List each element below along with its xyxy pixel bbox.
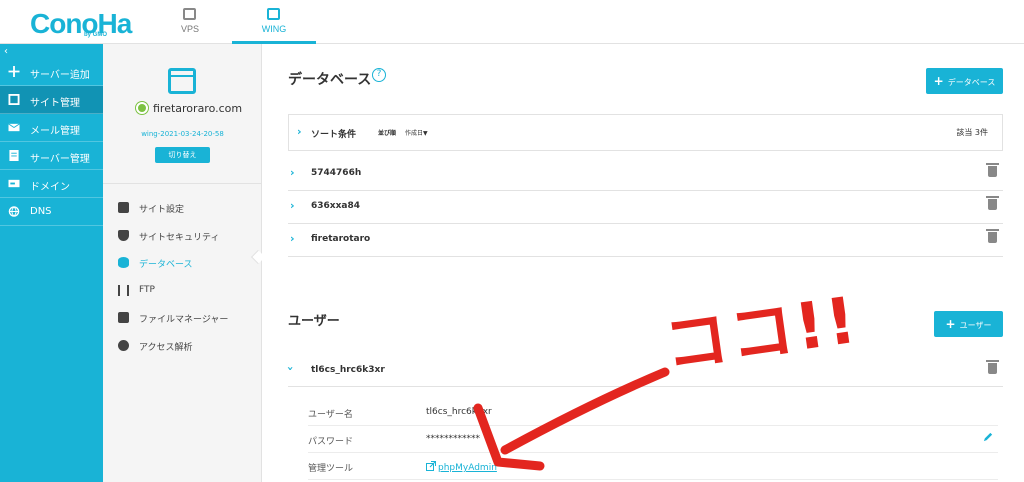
server-icon [9, 150, 19, 161]
database-row[interactable]: › firetarotaro [288, 224, 1003, 257]
plus-icon: + [945, 317, 956, 331]
help-icon[interactable]: ? [372, 68, 386, 82]
sort-conditions-row[interactable]: › ソート条件 並び順 作成日▼ 該当 3件 [288, 114, 1003, 151]
trash-icon[interactable] [986, 360, 999, 374]
edit-pencil-icon[interactable] [983, 431, 994, 442]
window-icon [8, 94, 20, 105]
chevron-right-icon: › [290, 232, 295, 245]
main-content: データベース ? + データベース › ソート条件 並び順 作成日▼ 該当 3件 … [263, 44, 1024, 482]
nav-item-site-management[interactable]: サイト管理 [0, 86, 103, 114]
users-title: ユーザー [288, 314, 340, 329]
external-link-icon [426, 461, 436, 471]
phpmyadmin-link[interactable]: phpMyAdmin [426, 461, 497, 473]
user-detail-password: パスワード ************ [308, 426, 998, 453]
trash-icon[interactable] [986, 196, 999, 210]
shield-icon [118, 230, 129, 241]
trash-icon[interactable] [986, 229, 999, 243]
plus-icon: + [933, 74, 944, 88]
database-row[interactable]: › 636xxa84 [288, 191, 1003, 224]
menu-database[interactable]: データベース [118, 255, 258, 275]
add-user-button[interactable]: + ユーザー [934, 311, 1003, 337]
left-nav: ‹ サーバー追加 サイト管理 メール管理 サーバー管理 ドメイン DNS [0, 44, 103, 482]
top-bar: ConoHa by GMO VPS WING [0, 0, 1024, 44]
site-settings-icon [118, 202, 129, 213]
site-id: wing-2021-03-24-20-58 [141, 130, 224, 138]
mail-icon [8, 123, 20, 132]
server-icon [183, 8, 196, 20]
conoha-logo[interactable]: ConoHa by GMO [30, 8, 132, 40]
globe-icon [8, 206, 20, 217]
pie-chart-icon [118, 340, 129, 351]
power-status-icon [136, 102, 148, 114]
menu-site-settings[interactable]: サイト設定 [118, 200, 258, 220]
domain-icon [8, 179, 20, 188]
wing-icon [267, 8, 280, 20]
chevron-right-icon: › [290, 166, 295, 179]
database-row[interactable]: › 5744766h [288, 158, 1003, 191]
tab-wing[interactable]: WING [232, 0, 316, 44]
menu-ftp[interactable]: FTP [118, 283, 258, 303]
add-database-button[interactable]: + データベース [926, 68, 1003, 94]
database-title: データベース [288, 72, 372, 88]
switch-site-button[interactable]: 切り替え [155, 147, 210, 163]
nav-item-dns[interactable]: DNS [0, 198, 103, 226]
chevron-down-icon: › [283, 366, 297, 371]
site-panel: firetaroraro.com wing-2021-03-24-20-58 切… [103, 44, 262, 482]
site-name: firetaroraro.com [153, 102, 243, 115]
menu-site-security[interactable]: サイトセキュリティ [118, 228, 258, 248]
tab-vps[interactable]: VPS [148, 0, 232, 44]
database-icon [118, 257, 129, 268]
nav-item-mail-management[interactable]: メール管理 [0, 114, 103, 142]
nav-item-domain[interactable]: ドメイン [0, 170, 103, 198]
trash-icon[interactable] [986, 163, 999, 177]
user-detail-admin-tool: 管理ツール phpMyAdmin [308, 453, 998, 480]
chevron-right-icon: › [297, 125, 302, 138]
ftp-icon [118, 285, 129, 296]
folder-icon [118, 312, 129, 323]
menu-access-analytics[interactable]: アクセス解析 [118, 338, 258, 358]
sort-order-select[interactable]: 作成日▼ [405, 128, 428, 137]
nav-item-server-management[interactable]: サーバー管理 [0, 142, 103, 170]
divider [103, 183, 262, 184]
menu-file-manager[interactable]: ファイルマネージャー [118, 310, 258, 330]
user-detail-username: ユーザー名 tl6cs_hrc6k3xr [308, 399, 998, 426]
site-window-icon [168, 68, 196, 94]
result-count: 該当 3件 [956, 128, 988, 137]
collapse-nav-button[interactable]: ‹ [4, 46, 8, 57]
user-row[interactable]: › tl6cs_hrc6k3xr [284, 353, 1003, 387]
nav-item-server-add[interactable]: サーバー追加 [0, 58, 103, 86]
plus-icon [8, 66, 20, 77]
chevron-right-icon: › [290, 199, 295, 212]
